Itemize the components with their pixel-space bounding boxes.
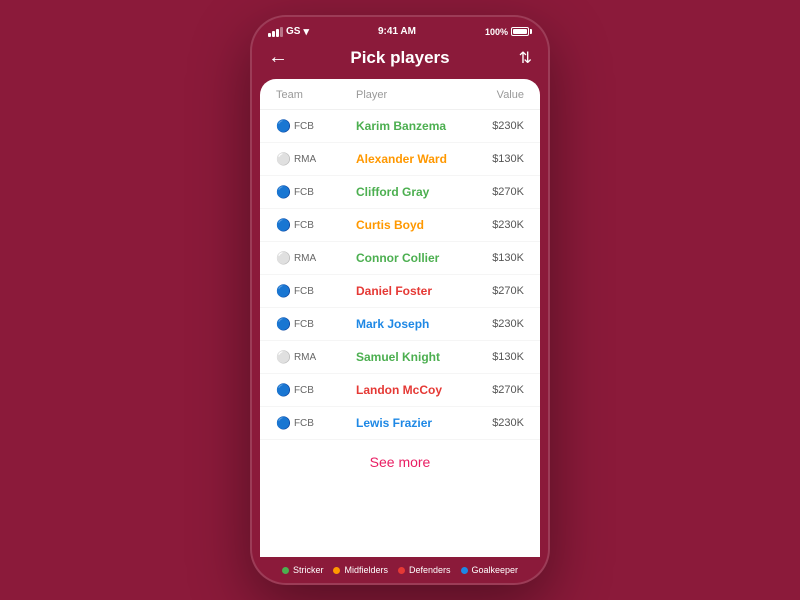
player-value: $230K bbox=[454, 417, 524, 429]
team-cell: 🔵 FCB bbox=[276, 284, 356, 298]
team-cell: ⚪ RMA bbox=[276, 251, 356, 265]
team-label: FCB bbox=[294, 220, 314, 231]
player-name: Clifford Gray bbox=[356, 185, 454, 199]
team-label: FCB bbox=[294, 286, 314, 297]
legend-label: Midfielders bbox=[344, 565, 388, 575]
phone-frame: GS ▾ 9:41 AM 100% ← Pick players ⇅ Team bbox=[250, 15, 550, 585]
team-badge-icon: ⚪ bbox=[276, 152, 291, 166]
team-badge-icon: 🔵 bbox=[276, 185, 291, 199]
status-bar: GS ▾ 9:41 AM 100% bbox=[252, 17, 548, 42]
player-row[interactable]: 🔵 FCB Landon McCoy $270K bbox=[260, 374, 540, 407]
col-team-header: Team bbox=[276, 89, 356, 101]
player-row[interactable]: 🔵 FCB Mark Joseph $230K bbox=[260, 308, 540, 341]
player-row[interactable]: ⚪ RMA Alexander Ward $130K bbox=[260, 143, 540, 176]
player-value: $270K bbox=[454, 384, 524, 396]
team-cell: 🔵 FCB bbox=[276, 317, 356, 331]
col-player-header: Player bbox=[356, 89, 454, 101]
team-label: RMA bbox=[294, 352, 316, 363]
player-value: $230K bbox=[454, 318, 524, 330]
player-value: $130K bbox=[454, 153, 524, 165]
battery-percentage: 100% bbox=[485, 27, 508, 37]
team-label: FCB bbox=[294, 121, 314, 132]
team-badge-icon: 🔵 bbox=[276, 218, 291, 232]
legend-label: Defenders bbox=[409, 565, 451, 575]
player-value: $270K bbox=[454, 285, 524, 297]
table-header: Team Player Value bbox=[260, 79, 540, 110]
player-name: Daniel Foster bbox=[356, 284, 454, 298]
player-name: Samuel Knight bbox=[356, 350, 454, 364]
legend-item: Midfielders bbox=[333, 565, 388, 575]
player-row[interactable]: 🔵 FCB Curtis Boyd $230K bbox=[260, 209, 540, 242]
team-badge-icon: 🔵 bbox=[276, 383, 291, 397]
player-value: $130K bbox=[454, 351, 524, 363]
page-title: Pick players bbox=[350, 48, 449, 68]
player-row[interactable]: 🔵 FCB Karim Banzema $230K bbox=[260, 110, 540, 143]
player-name: Alexander Ward bbox=[356, 152, 454, 166]
team-cell: 🔵 FCB bbox=[276, 416, 356, 430]
content-area: Team Player Value 🔵 FCB Karim Banzema $2… bbox=[260, 79, 540, 557]
page-header: ← Pick players ⇅ bbox=[252, 42, 548, 79]
carrier-label: GS bbox=[286, 26, 300, 37]
team-badge-icon: ⚪ bbox=[276, 251, 291, 265]
player-value: $230K bbox=[454, 120, 524, 132]
player-name: Curtis Boyd bbox=[356, 218, 454, 232]
filter-button[interactable]: ⇅ bbox=[519, 48, 532, 68]
legend-label: Goalkeeper bbox=[472, 565, 519, 575]
player-row[interactable]: 🔵 FCB Daniel Foster $270K bbox=[260, 275, 540, 308]
team-badge-icon: 🔵 bbox=[276, 119, 291, 133]
team-badge-icon: ⚪ bbox=[276, 350, 291, 364]
signal-bars-icon bbox=[268, 27, 283, 37]
battery-icon bbox=[511, 27, 532, 36]
team-cell: 🔵 FCB bbox=[276, 383, 356, 397]
status-time: 9:41 AM bbox=[378, 26, 416, 37]
player-name: Connor Collier bbox=[356, 251, 454, 265]
legend-dot-icon bbox=[461, 567, 468, 574]
team-cell: 🔵 FCB bbox=[276, 185, 356, 199]
status-right: 100% bbox=[485, 27, 532, 37]
see-more-row: See more bbox=[260, 440, 540, 486]
player-value: $270K bbox=[454, 186, 524, 198]
legend-dot-icon bbox=[333, 567, 340, 574]
team-label: RMA bbox=[294, 253, 316, 264]
team-cell: ⚪ RMA bbox=[276, 152, 356, 166]
wifi-icon: ▾ bbox=[303, 25, 309, 38]
back-button[interactable]: ← bbox=[268, 46, 288, 69]
team-label: RMA bbox=[294, 154, 316, 165]
legend-item: Defenders bbox=[398, 565, 451, 575]
team-cell: ⚪ RMA bbox=[276, 350, 356, 364]
player-row[interactable]: 🔵 FCB Clifford Gray $270K bbox=[260, 176, 540, 209]
team-label: FCB bbox=[294, 187, 314, 198]
team-label: FCB bbox=[294, 385, 314, 396]
team-cell: 🔵 FCB bbox=[276, 119, 356, 133]
team-badge-icon: 🔵 bbox=[276, 284, 291, 298]
see-more-button[interactable]: See more bbox=[370, 454, 431, 470]
player-name: Mark Joseph bbox=[356, 317, 454, 331]
col-value-header: Value bbox=[454, 89, 524, 101]
team-label: FCB bbox=[294, 319, 314, 330]
player-row[interactable]: 🔵 FCB Lewis Frazier $230K bbox=[260, 407, 540, 440]
legend: Stricker Midfielders Defenders Goalkeepe… bbox=[252, 557, 548, 583]
player-name: Karim Banzema bbox=[356, 119, 454, 133]
team-label: FCB bbox=[294, 418, 314, 429]
team-badge-icon: 🔵 bbox=[276, 416, 291, 430]
player-row[interactable]: ⚪ RMA Samuel Knight $130K bbox=[260, 341, 540, 374]
legend-dot-icon bbox=[398, 567, 405, 574]
player-list: 🔵 FCB Karim Banzema $230K ⚪ RMA Alexande… bbox=[260, 110, 540, 440]
legend-dot-icon bbox=[282, 567, 289, 574]
player-name: Landon McCoy bbox=[356, 383, 454, 397]
legend-label: Stricker bbox=[293, 565, 324, 575]
team-cell: 🔵 FCB bbox=[276, 218, 356, 232]
legend-item: Stricker bbox=[282, 565, 324, 575]
status-left: GS ▾ bbox=[268, 25, 309, 38]
player-row[interactable]: ⚪ RMA Connor Collier $130K bbox=[260, 242, 540, 275]
legend-item: Goalkeeper bbox=[461, 565, 519, 575]
player-name: Lewis Frazier bbox=[356, 416, 454, 430]
player-value: $230K bbox=[454, 219, 524, 231]
team-badge-icon: 🔵 bbox=[276, 317, 291, 331]
player-value: $130K bbox=[454, 252, 524, 264]
